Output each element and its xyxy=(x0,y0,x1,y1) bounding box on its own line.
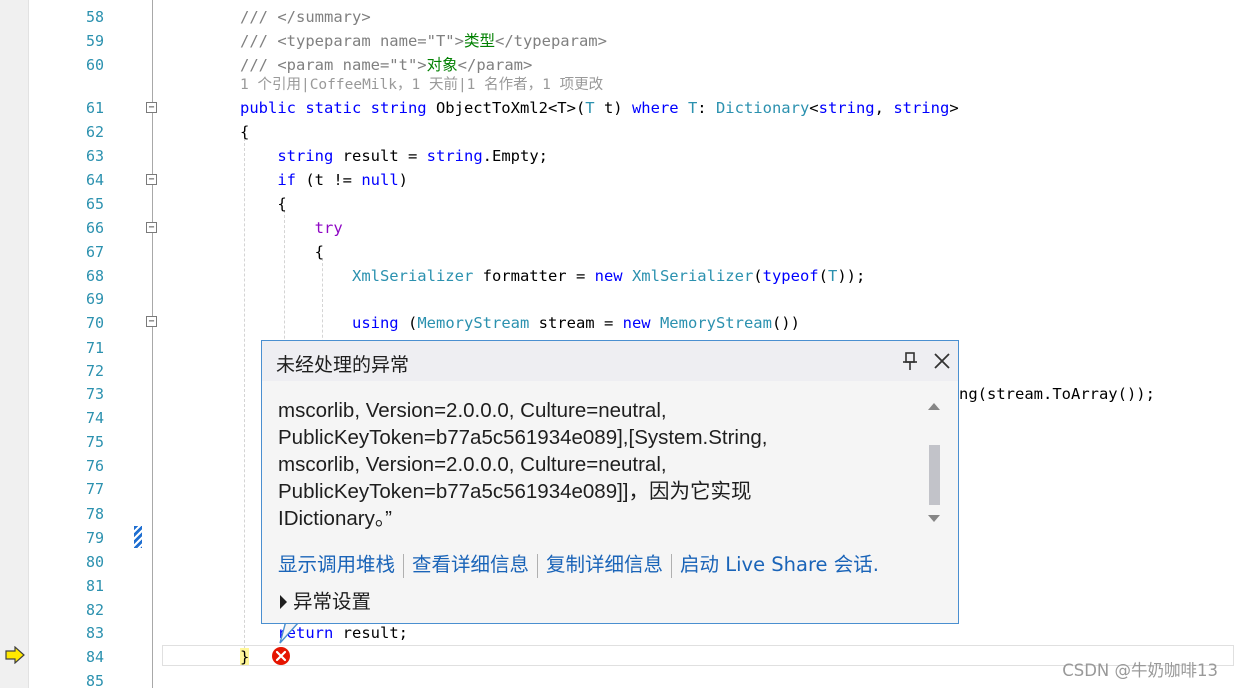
scroll-down-icon[interactable] xyxy=(928,515,940,522)
line-number: 66 xyxy=(85,219,104,237)
exception-message-line: PublicKeyToken=b77a5c561934e089]]，因为它实现 xyxy=(278,480,752,503)
expand-triangle-icon xyxy=(280,595,287,609)
code-text: string result = string.Empty; xyxy=(277,147,548,165)
line-number: 62 xyxy=(85,123,104,141)
line-number: 67 xyxy=(85,243,104,261)
fold-toggle-line-61[interactable]: − xyxy=(146,102,157,113)
line-number: 85 xyxy=(85,672,104,690)
exception-settings-label: 异常设置 xyxy=(293,590,372,613)
line-number: 80 xyxy=(85,553,104,571)
code-line[interactable]: 83 return result; xyxy=(0,621,1234,645)
code-line[interactable]: 67 { xyxy=(0,240,1234,264)
line-number: 77 xyxy=(85,480,104,498)
copy-details-link[interactable]: 复制详细信息 xyxy=(546,553,663,576)
close-icon[interactable] xyxy=(932,351,952,371)
error-icon[interactable] xyxy=(271,646,291,666)
code-line[interactable]: 60 /// <param name="t">对象</param> xyxy=(0,53,1234,77)
view-details-link[interactable]: 查看详细信息 xyxy=(412,553,529,576)
popup-title: 未经处理的异常 xyxy=(276,354,410,376)
line-number: 59 xyxy=(85,32,104,50)
exception-message-line: PublicKeyToken=b77a5c561934e089],[System… xyxy=(278,426,768,449)
line-number: 61 xyxy=(85,99,104,117)
code-text: public static string ObjectToXml2<T>(T t… xyxy=(240,99,959,117)
pin-icon[interactable] xyxy=(902,351,918,371)
line-number: 65 xyxy=(85,195,104,213)
scroll-up-icon[interactable] xyxy=(928,403,940,410)
code-line[interactable]: 61 public static string ObjectToXml2<T>(T… xyxy=(0,96,1234,120)
line-number: 82 xyxy=(85,601,104,619)
line-number: 64 xyxy=(85,171,104,189)
line-number: 81 xyxy=(85,577,104,595)
code-line[interactable]: 66 try xyxy=(0,216,1234,240)
exception-helper-popup: 未经处理的异常 mscorlib, Version=2.0.0.0, Cultu… xyxy=(261,340,959,624)
line-number: 71 xyxy=(85,339,104,357)
change-marker xyxy=(134,526,142,548)
line-number: 83 xyxy=(85,624,104,642)
exception-message-line: IDictionary。” xyxy=(278,507,392,530)
code-line[interactable]: 69 xyxy=(0,287,1234,311)
popup-pointer xyxy=(279,621,300,644)
show-call-stack-link[interactable]: 显示调用堆栈 xyxy=(278,553,395,576)
line-number: 63 xyxy=(85,147,104,165)
code-text: { xyxy=(240,243,324,261)
code-text: return result; xyxy=(277,624,408,642)
separator xyxy=(537,553,539,578)
watermark: CSDN @牛奶咖啡13 xyxy=(1062,661,1218,680)
code-line[interactable]: 64 if (t != null) xyxy=(0,168,1234,192)
fold-toggle-line-66[interactable]: − xyxy=(146,222,157,233)
code-text: /// <param name="t">对象</param> xyxy=(240,56,533,74)
code-text: XmlSerializer formatter = new XmlSeriali… xyxy=(351,267,866,285)
code-text: { xyxy=(240,123,250,141)
line-number: 76 xyxy=(85,457,104,475)
exception-message: mscorlib, Version=2.0.0.0, Culture=neutr… xyxy=(278,397,918,532)
code-text: try xyxy=(314,219,343,237)
code-line[interactable]: 65 { xyxy=(0,192,1234,216)
code-line[interactable]: 58 /// </summary> xyxy=(0,5,1234,29)
line-number: 74 xyxy=(85,409,104,427)
code-line[interactable]: 70 using (MemoryStream stream = new Memo… xyxy=(0,311,1234,335)
code-line-73-tail: ng(stream.ToArray()); xyxy=(959,385,1155,403)
code-line[interactable]: 62 { xyxy=(0,120,1234,144)
code-line[interactable]: 63 string result = string.Empty; xyxy=(0,144,1234,168)
line-number: 70 xyxy=(85,314,104,332)
scroll-thumb[interactable] xyxy=(929,445,940,505)
code-text: { xyxy=(240,195,287,213)
code-text: /// <typeparam name="T">类型</typeparam> xyxy=(240,32,607,50)
line-number: 69 xyxy=(85,290,104,308)
code-line[interactable]: 59 /// <typeparam name="T">类型</typeparam> xyxy=(0,29,1234,53)
popup-header: 未经处理的异常 xyxy=(262,341,958,381)
line-number: 72 xyxy=(85,362,104,380)
exception-message-line: mscorlib, Version=2.0.0.0, Culture=neutr… xyxy=(278,453,667,476)
code-line[interactable]: 85 xyxy=(0,669,1234,693)
current-statement-arrow-icon xyxy=(5,646,25,664)
start-live-share-link[interactable]: 启动 Live Share 会话. xyxy=(680,553,879,576)
code-text: /// </summary> xyxy=(240,8,371,26)
code-text: if (t != null) xyxy=(277,171,408,189)
line-number: 73 xyxy=(85,385,104,403)
exception-message-line: mscorlib, Version=2.0.0.0, Culture=neutr… xyxy=(278,399,667,422)
line-number: 58 xyxy=(85,8,104,26)
code-text: using (MemoryStream stream = new MemoryS… xyxy=(351,314,800,332)
popup-actions: 显示调用堆栈 查看详细信息 复制详细信息 启动 Live Share 会话. xyxy=(278,548,879,578)
message-scrollbar[interactable] xyxy=(926,397,944,527)
line-number: 68 xyxy=(85,267,104,285)
line-number: 60 xyxy=(85,56,104,74)
line-number: 79 xyxy=(85,529,104,547)
separator xyxy=(671,553,673,578)
fold-toggle-line-70[interactable]: − xyxy=(146,316,157,327)
exception-settings-toggle[interactable]: 异常设置 xyxy=(280,585,371,614)
line-number: 75 xyxy=(85,433,104,451)
separator xyxy=(403,553,405,578)
line-number: 84 xyxy=(85,648,104,666)
line-number: 78 xyxy=(85,505,104,523)
code-line[interactable]: 68 XmlSerializer formatter = new XmlSeri… xyxy=(0,264,1234,288)
fold-toggle-line-64[interactable]: − xyxy=(146,174,157,185)
